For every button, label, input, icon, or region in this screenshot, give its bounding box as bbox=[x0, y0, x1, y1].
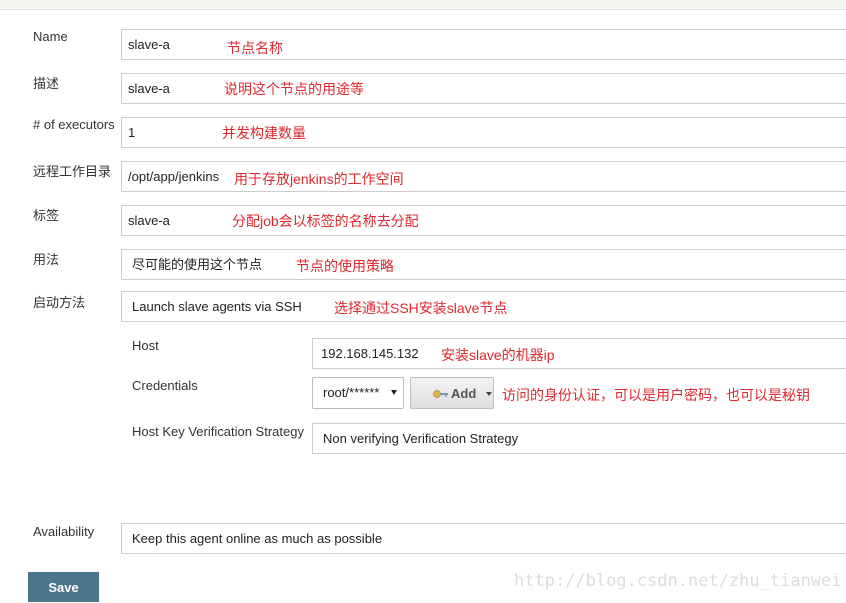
labels-label: 标签 bbox=[33, 208, 60, 223]
name-note: 节点名称 bbox=[227, 40, 283, 56]
usage-label: 用法 bbox=[33, 252, 60, 267]
description-label: 描述 bbox=[33, 76, 60, 91]
credentials-value: root/****** bbox=[323, 385, 380, 400]
caret-down-icon bbox=[391, 390, 397, 395]
executors-label: # of executors bbox=[33, 117, 115, 132]
description-note: 说明这个节点的用途等 bbox=[224, 81, 364, 97]
executors-note: 并发构建数量 bbox=[222, 125, 306, 141]
launch-label: 启动方法 bbox=[33, 295, 86, 310]
launch-note: 选择通过SSH安装slave节点 bbox=[334, 300, 508, 316]
host-note: 安装slave的机器ip bbox=[441, 347, 555, 363]
usage-select[interactable]: 尽可能的使用这个节点 bbox=[121, 249, 846, 280]
remote-root-note: 用于存放jenkins的工作空间 bbox=[234, 171, 404, 187]
availability-select[interactable]: Keep this agent online as much as possib… bbox=[121, 523, 846, 554]
key-icon bbox=[433, 390, 448, 398]
credentials-note: 访问的身份认证，可以是用户密码，也可以是秘钥 bbox=[502, 387, 810, 403]
remote-root-field[interactable]: /opt/app/jenkins bbox=[121, 161, 846, 192]
availability-label: Availability bbox=[33, 524, 95, 539]
remote-root-label: 远程工作目录 bbox=[33, 164, 112, 179]
usage-note: 节点的使用策略 bbox=[296, 258, 394, 274]
host-key-select[interactable]: Non verifying Verification Strategy bbox=[312, 423, 846, 454]
host-label: Host bbox=[132, 338, 159, 353]
labels-field[interactable]: slave-a bbox=[121, 205, 846, 236]
save-button[interactable]: Save bbox=[28, 572, 99, 602]
name-label: Name bbox=[33, 29, 68, 44]
watermark: http://blog.csdn.net/zhu_tianwei bbox=[514, 571, 842, 591]
labels-note: 分配job会以标签的名称去分配 bbox=[232, 213, 419, 229]
credentials-select[interactable]: root/****** bbox=[312, 377, 404, 409]
add-dropdown-icon bbox=[486, 392, 492, 396]
host-key-label: Host Key Verification Strategy bbox=[132, 424, 304, 439]
top-bar bbox=[0, 0, 846, 10]
host-field[interactable]: 192.168.145.132 bbox=[312, 338, 846, 369]
credentials-label: Credentials bbox=[132, 378, 198, 393]
add-credentials-button[interactable]: Add bbox=[410, 377, 494, 409]
add-button-label: Add bbox=[451, 386, 477, 401]
